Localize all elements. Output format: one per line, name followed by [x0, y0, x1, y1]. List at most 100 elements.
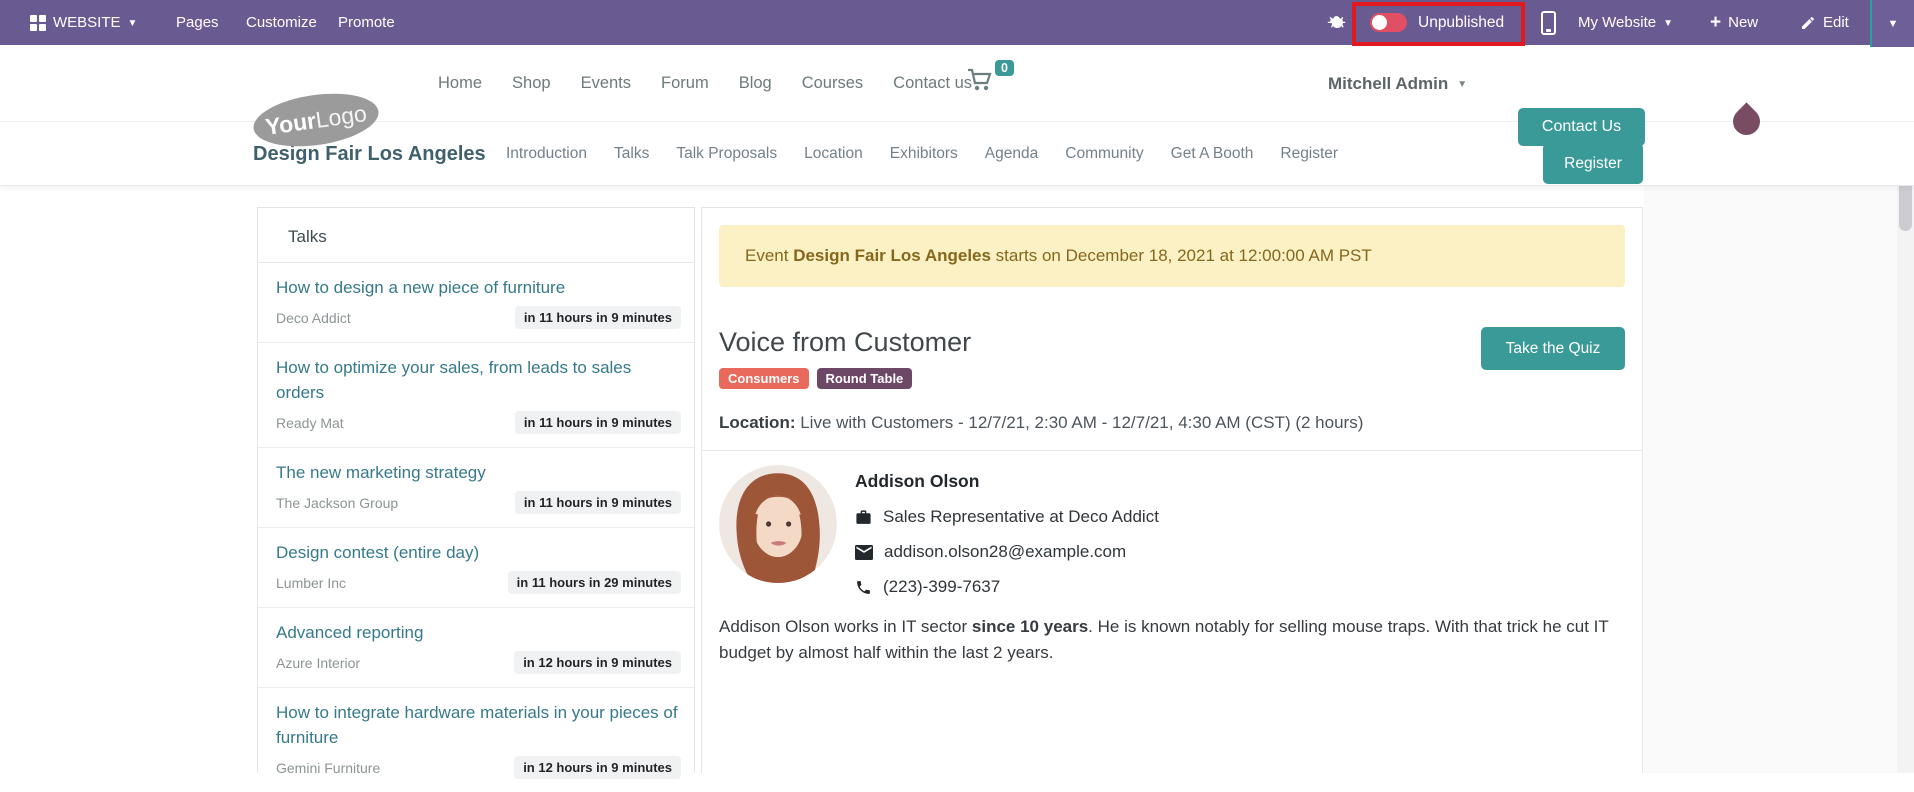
talk-time-badge: in 12 hours in 9 minutes: [514, 756, 681, 779]
speaker-photo: [719, 465, 837, 583]
user-menu[interactable]: Mitchell Admin ▼: [1328, 45, 1467, 122]
nav-shop[interactable]: Shop: [512, 74, 551, 93]
cart-count-badge: 0: [995, 60, 1014, 76]
speaker-phone: (223)-399-7637: [883, 577, 1001, 596]
briefcase-icon: [856, 509, 871, 524]
nav-courses[interactable]: Courses: [802, 74, 863, 93]
nav-forum[interactable]: Forum: [661, 74, 709, 93]
nav-events[interactable]: Events: [581, 74, 631, 93]
new-content-button[interactable]: + New: [1710, 0, 1758, 45]
talk-company: Azure Interior: [276, 654, 361, 671]
talk-location: Location: Live with Customers - 12/7/21,…: [719, 413, 1625, 433]
chevron-down-icon: ▼: [1887, 17, 1899, 30]
publish-toggle[interactable]: [1370, 0, 1407, 45]
event-nav-community[interactable]: Community: [1065, 145, 1143, 163]
contact-us-button[interactable]: Contact Us: [1518, 108, 1645, 146]
talk-time-badge: in 11 hours in 9 minutes: [514, 306, 681, 329]
register-button[interactable]: Register: [1543, 143, 1643, 184]
edit-button[interactable]: Edit: [1800, 0, 1849, 45]
website-menu-label: WEBSITE: [53, 14, 121, 31]
location-value: Live with Customers - 12/7/21, 2:30 AM -…: [795, 413, 1364, 432]
talk-list-item[interactable]: How to design a new piece of furniture D…: [258, 263, 694, 343]
talk-title[interactable]: How to optimize your sales, from leads t…: [276, 355, 681, 405]
site-menu: Home Shop Events Forum Blog Courses Cont…: [438, 45, 972, 122]
page-background: [1644, 186, 1897, 773]
talk-time-badge: in 11 hours in 9 minutes: [514, 491, 681, 514]
talk-page-title: Voice from Customer: [719, 327, 972, 357]
apps-grid-icon: [30, 14, 46, 31]
nav-home[interactable]: Home: [438, 74, 482, 93]
admin-bar-more-dropdown[interactable]: ▼: [1870, 0, 1914, 47]
talk-title[interactable]: Design contest (entire day): [276, 540, 681, 565]
talk-list-item[interactable]: How to integrate hardware materials in y…: [258, 688, 694, 792]
mobile-preview-button[interactable]: [1541, 0, 1556, 45]
location-label: Location:: [719, 413, 796, 432]
talk-time-badge: in 11 hours in 9 minutes: [514, 411, 681, 434]
talk-detail-panel: Event Design Fair Los Angeles starts on …: [701, 207, 1643, 773]
event-nav-get-a-booth[interactable]: Get A Booth: [1171, 145, 1254, 163]
speaker-email-row: addison.olson28@example.com: [855, 542, 1159, 562]
debug-bug-icon[interactable]: [1327, 0, 1346, 45]
alert-text: starts on December 18, 2021 at 12:00:00 …: [990, 246, 1372, 265]
admin-top-bar: WEBSITE ▼ Pages Customize Promote Unpubl…: [0, 0, 1914, 47]
promote-menu[interactable]: Promote: [338, 0, 395, 45]
talk-tags: Consumers Round Table: [719, 368, 971, 389]
nav-contact-us[interactable]: Contact us: [893, 74, 972, 93]
mobile-icon: [1541, 10, 1556, 35]
plus-icon: +: [1710, 11, 1722, 33]
talk-company: Gemini Furniture: [276, 759, 381, 776]
speaker-email: addison.olson28@example.com: [884, 542, 1127, 561]
phone-icon: [857, 580, 870, 594]
speaker-role: Sales Representative at Deco Addict: [883, 507, 1159, 526]
chevron-down-icon: ▼: [1457, 79, 1468, 90]
event-nav-register[interactable]: Register: [1280, 145, 1338, 163]
sidebar-title: Talks: [258, 208, 694, 263]
logo-text-bold: Your: [263, 106, 318, 140]
customize-menu[interactable]: Customize: [246, 0, 317, 45]
website-switcher[interactable]: My Website ▼: [1578, 0, 1673, 45]
event-nav-talk-proposals[interactable]: Talk Proposals: [676, 145, 777, 163]
talk-company: Lumber Inc: [276, 574, 347, 591]
speaker-name: Addison Olson: [855, 471, 980, 491]
speaker-section: Addison Olson Sales Representative at De…: [702, 450, 1642, 666]
talk-company: The Jackson Group: [276, 494, 399, 511]
envelope-icon: [855, 544, 873, 560]
alert-text: Event: [745, 246, 794, 265]
cart-icon: [968, 68, 992, 91]
logo-text-light: Logo: [313, 99, 369, 133]
pages-menu[interactable]: Pages: [176, 0, 219, 45]
publish-state-label: Unpublished: [1418, 13, 1505, 31]
speaker-role-row: Sales Representative at Deco Addict: [855, 507, 1159, 527]
site-navbar: Your Logo Home Shop Events Forum Blog Cou…: [0, 45, 1914, 154]
talk-company: Ready Mat: [276, 414, 344, 431]
talk-title[interactable]: How to design a new piece of furniture: [276, 275, 681, 300]
talk-list-item[interactable]: Advanced reporting Azure Interior in 12 h…: [258, 608, 694, 688]
event-nav-agenda[interactable]: Agenda: [985, 145, 1038, 163]
alert-event-name: Design Fair Los Angeles: [793, 246, 991, 265]
pencil-icon: [1802, 16, 1814, 29]
take-the-quiz-button[interactable]: Take the Quiz: [1481, 327, 1625, 370]
event-nav-introduction[interactable]: Introduction: [506, 145, 587, 163]
tag-consumers: Consumers: [719, 368, 809, 389]
talk-title[interactable]: The new marketing strategy: [276, 460, 681, 485]
speaker-phone-row: (223)-399-7637: [855, 577, 1159, 597]
talks-sidebar: Talks How to design a new piece of furni…: [257, 207, 695, 779]
toggle-switch-icon: [1370, 13, 1407, 32]
talk-list-item[interactable]: Design contest (entire day) Lumber Inc in…: [258, 528, 694, 608]
event-nav-talks[interactable]: Talks: [614, 145, 649, 163]
event-nav-exhibitors[interactable]: Exhibitors: [890, 145, 958, 163]
talk-title[interactable]: Advanced reporting: [276, 620, 681, 645]
talk-list-item[interactable]: How to optimize your sales, from leads t…: [258, 343, 694, 448]
tag-round-table: Round Table: [816, 368, 913, 389]
nav-blog[interactable]: Blog: [739, 74, 772, 93]
chevron-down-icon: ▼: [127, 18, 138, 29]
talk-title[interactable]: How to integrate hardware materials in y…: [276, 700, 681, 750]
apps-menu-button[interactable]: WEBSITE ▼: [30, 0, 137, 45]
cart-button[interactable]: 0: [966, 60, 1014, 101]
event-menu: Introduction Talks Talk Proposals Locati…: [506, 122, 1338, 186]
event-start-alert: Event Design Fair Los Angeles starts on …: [719, 225, 1625, 287]
talk-time-badge: in 11 hours in 29 minutes: [507, 571, 681, 594]
talk-time-badge: in 12 hours in 9 minutes: [514, 651, 681, 674]
talk-list-item[interactable]: The new marketing strategy The Jackson G…: [258, 448, 694, 528]
event-nav-location[interactable]: Location: [804, 145, 863, 163]
